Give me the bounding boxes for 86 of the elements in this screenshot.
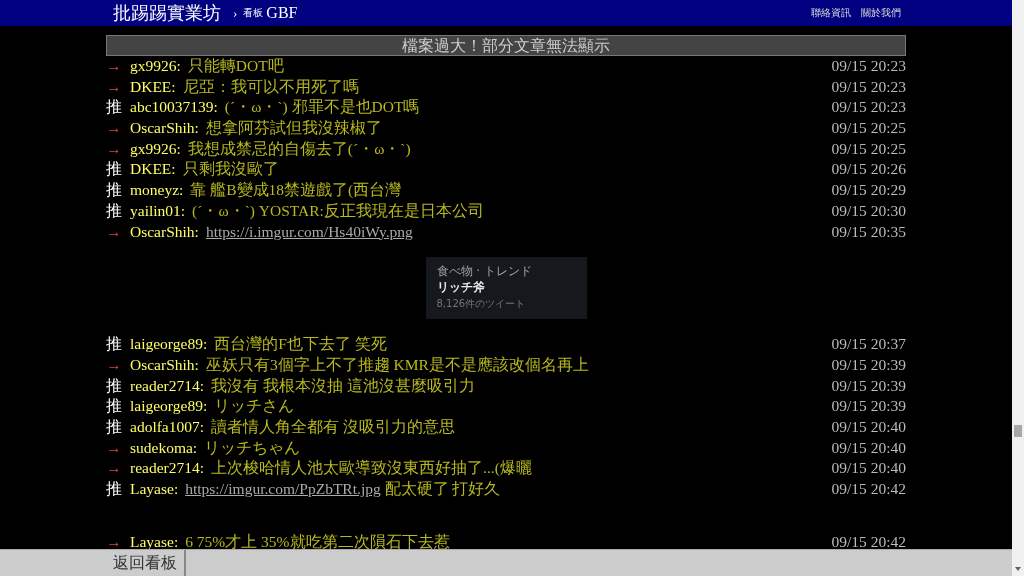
board-label: 看板 [243, 6, 264, 20]
header-link[interactable]: 聯絡資訊 [811, 6, 851, 20]
comment-user: moneyz: [130, 180, 184, 201]
comment-text: 6 75%才上 35%就吃第二次隕石下去惹 [185, 531, 450, 552]
notice-banner: 檔案過大！部分文章無法顯示 [106, 35, 906, 56]
comment-tag: → [106, 531, 130, 553]
comment-tag: → [106, 118, 130, 139]
comment-time: 09/15 20:35 [831, 221, 906, 242]
comment-time: 09/15 20:25 [831, 138, 906, 159]
comment-user: Layase: [130, 531, 179, 552]
comment-time: 09/15 20:40 [831, 437, 906, 458]
comment-user: abc10037139: [130, 97, 218, 118]
comment-tag: 推 [106, 479, 130, 500]
comment-time: 09/15 20:39 [831, 396, 906, 417]
comment-tag: → [106, 437, 130, 459]
comment-user: DKEE: [130, 76, 176, 97]
comment-text: 靠 艦B變成18禁遊戲了(西台灣 [190, 180, 402, 201]
comment-text: 只能轉DOT吧 [187, 56, 284, 76]
comment-tag: 推 [106, 200, 130, 222]
comment-text: 想拿阿芬試但我沒辣椒了 [205, 118, 382, 139]
comment-tag: 推 [106, 416, 130, 438]
comment-user: laigeorge89: [130, 396, 208, 417]
comment-user: gx9926: [130, 56, 181, 76]
comment-link[interactable]: https://imgur.com/PpZbTRt.jpg [185, 479, 381, 500]
comment-user: sudekoma: [130, 437, 198, 458]
comment-time: 09/15 20:30 [831, 200, 906, 221]
comment-user: laigeorge89: [130, 334, 208, 355]
comment-tag: → [106, 221, 130, 243]
comment-text: 尼亞：我可以不用死了嗎 [182, 76, 359, 97]
trend-category: 食べ物 · トレンド [436, 264, 533, 279]
comment-text: リッチちゃん [204, 437, 301, 458]
comment-tag: → [106, 138, 130, 160]
comment-time: 09/15 20:42 [831, 531, 906, 552]
comment-time: 09/15 20:25 [831, 118, 906, 139]
comment-user: reader2714: [130, 375, 205, 396]
comment-tag: 推 [106, 97, 130, 119]
comment-user: OscarShih: [130, 221, 199, 242]
comment-time: 09/15 20:40 [831, 458, 906, 479]
header-link[interactable]: 關於我們 [861, 6, 901, 20]
comment-tag: 推 [106, 396, 130, 417]
comment-text: 我想成禁忌的自傷去了(ˊ・ω・ˋ) [187, 138, 411, 159]
comment-time: 09/15 20:29 [831, 180, 906, 201]
comment-user: gx9926: [130, 138, 181, 159]
comment-tag: → [106, 354, 130, 376]
comment-text: (ˊ・ω・ˋ) 邪罪不是也DOT嗎 [224, 97, 420, 118]
comment-time: 09/15 20:40 [831, 416, 906, 437]
comment-text: 讀者情人角全都有 沒吸引力的意思 [211, 416, 455, 437]
comment-user: yailin01: [130, 200, 186, 221]
comment-user: Layase: [130, 479, 179, 499]
trend-title: リッチ斧 [436, 279, 486, 297]
comment-text: 配太硬了 打好久 [383, 479, 501, 499]
comment-tag: → [106, 458, 130, 479]
comment-tag: 推 [106, 180, 130, 201]
comment-tag: 推 [106, 375, 130, 397]
comment-time: 09/15 20:37 [831, 334, 906, 355]
board-name-link[interactable]: GBF [266, 4, 298, 22]
comment-link[interactable]: https://i.imgur.com/Hs40iWy.png [205, 221, 413, 243]
comment-tag: → [106, 76, 130, 98]
comment-time: 09/15 20:42 [831, 479, 906, 499]
comment-tag: → [106, 56, 130, 77]
comment-time: 09/15 20:39 [831, 354, 906, 375]
comment-text: 西台灣的F也下去了 笑死 [214, 334, 387, 355]
comment-user: OscarShih: [130, 354, 199, 375]
comment-text: リッチさん [214, 396, 295, 417]
scroll-down-icon[interactable] [1015, 567, 1021, 571]
trend-count: 8,126件のツイート [436, 297, 527, 312]
comment-user: DKEE: [130, 159, 176, 180]
comment-text: (ˊ・ω・ˋ) YOSTAR:反正我現在是日本公司 [192, 200, 484, 221]
comment-text: 只剩我沒歐了 [182, 159, 279, 180]
comment-user: OscarShih: [130, 118, 199, 139]
breadcrumb-separator: › [233, 5, 238, 21]
comment-text: 上次梭哈情人池太歐導致沒東西好抽了...(爆曬 [211, 458, 532, 479]
comment-user: reader2714: [130, 458, 205, 479]
scrollbar[interactable] [1012, 0, 1024, 576]
comment-time: 09/15 20:23 [831, 56, 906, 76]
comment-time: 09/15 20:39 [831, 375, 906, 396]
comment-time: 09/15 20:23 [831, 97, 906, 118]
comment-time: 09/15 20:23 [831, 76, 906, 97]
comment-text: 巫妖只有3個字上不了推趨 KMR是不是應該改個名再上 [205, 354, 589, 375]
comment-time: 09/15 20:26 [831, 159, 906, 180]
site-title-link[interactable]: 批踢踢實業坊 [113, 1, 221, 25]
comment-tag: 推 [106, 159, 130, 181]
comment-user: adolfa1007: [130, 416, 205, 437]
comment-text: 我沒有 我根本沒抽 這池沒甚麼吸引力 [211, 375, 475, 396]
comment-tag: 推 [106, 334, 130, 355]
scrollbar-thumb[interactable] [1014, 425, 1022, 437]
